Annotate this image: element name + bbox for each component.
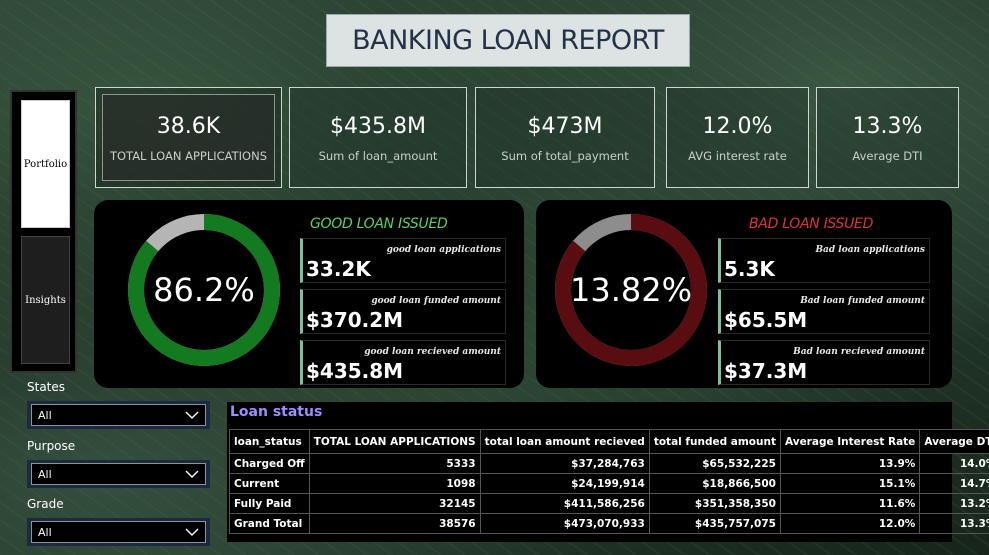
column-header[interactable]: total funded amount bbox=[648, 429, 781, 454]
column-header[interactable]: total loan amount recieved bbox=[479, 429, 650, 454]
mini-card-label: good loan funded amount bbox=[371, 296, 501, 306]
kpi-label: AVG interest rate bbox=[688, 149, 787, 163]
table-cell: Fully Paid bbox=[229, 493, 310, 514]
states-filter: All bbox=[27, 401, 210, 429]
grade-filter: All bbox=[27, 518, 210, 546]
mini-card-value: $37.3M bbox=[724, 359, 808, 383]
table-cell: $37,284,763 bbox=[479, 453, 650, 474]
report-title: BANKING LOAN REPORT bbox=[352, 25, 664, 56]
good-loan-panel: 86.2% GOOD LOAN ISSUED good loan applica… bbox=[94, 200, 524, 388]
purpose-dropdown-value: All bbox=[38, 467, 52, 481]
bad-loan-title: BAD LOAN ISSUED bbox=[749, 216, 874, 232]
states-dropdown-value: All bbox=[38, 408, 52, 422]
bad-loan-applications-card: Bad loan applications 5.3K bbox=[718, 238, 930, 283]
column-header[interactable]: loan_status bbox=[229, 429, 310, 454]
table-row[interactable]: Current 1098 $24,199,914 $18,866,500 15.… bbox=[229, 473, 989, 494]
kpi-label: TOTAL LOAN APPLICATIONS bbox=[109, 149, 268, 163]
good-loan-received-card: good loan recieved amount $435.8M bbox=[300, 340, 506, 385]
page-navigator: Portfolio Insights bbox=[10, 90, 77, 373]
table-cell: $435,757,075 bbox=[648, 513, 781, 534]
kpi-label: Sum of loan_amount bbox=[318, 149, 438, 163]
column-header[interactable]: Average Interest Rate bbox=[779, 429, 921, 454]
column-header[interactable]: Average DTI bbox=[919, 429, 989, 454]
table-cell: 5333 bbox=[308, 453, 481, 474]
table-cell: $18,866,500 bbox=[648, 473, 781, 494]
table-cell: 13.3% bbox=[919, 513, 989, 534]
table-cell: 14.7% bbox=[919, 473, 989, 494]
bad-loan-received-card: Bad loan recieved amount $37.3M bbox=[718, 340, 930, 385]
good-loan-percent: 86.2% bbox=[153, 271, 255, 309]
mini-card-value: 5.3K bbox=[724, 257, 775, 281]
kpi-label: Sum of total_payment bbox=[501, 149, 629, 163]
mini-card-label: Bad loan recieved amount bbox=[793, 347, 925, 357]
table-cell: 1098 bbox=[308, 473, 481, 494]
kpi-value: 13.3% bbox=[852, 114, 923, 139]
table-cell: $65,532,225 bbox=[648, 453, 781, 474]
purpose-filter: All bbox=[27, 460, 210, 488]
table-total-row[interactable]: Grand Total 38576 $473,070,933 $435,757,… bbox=[229, 513, 989, 534]
kpi-card-interest-rate: 12.0% AVG interest rate bbox=[666, 87, 809, 188]
loan-status-title: Loan status bbox=[230, 404, 323, 420]
good-loan-applications-card: good loan applications 33.2K bbox=[300, 238, 506, 283]
kpi-card-loan-amount: $435.8M Sum of loan_amount bbox=[289, 87, 467, 188]
nav-portfolio-button[interactable]: Portfolio bbox=[21, 100, 70, 228]
purpose-dropdown[interactable]: All bbox=[31, 463, 206, 485]
grade-dropdown[interactable]: All bbox=[31, 521, 206, 543]
table-cell: 11.6% bbox=[779, 493, 921, 514]
mini-card-label: Bad loan applications bbox=[815, 245, 925, 255]
table-cell: $473,070,933 bbox=[479, 513, 650, 534]
grade-filter-label: Grade bbox=[27, 497, 64, 511]
table-cell: Charged Off bbox=[229, 453, 310, 474]
kpi-card-total-applications: 38.6K TOTAL LOAN APPLICATIONS bbox=[95, 87, 282, 188]
table-cell: 12.0% bbox=[779, 513, 921, 534]
kpi-card-average-dti: 13.3% Average DTI bbox=[816, 87, 959, 188]
table-row[interactable]: Fully Paid 32145 $411,586,256 $351,358,3… bbox=[229, 493, 989, 514]
kpi-label: Average DTI bbox=[852, 149, 923, 163]
table-cell: 13.2% bbox=[919, 493, 989, 514]
kpi-value: 38.6K bbox=[156, 114, 221, 139]
mini-card-value: $65.5M bbox=[724, 308, 808, 332]
good-loan-funded-card: good loan funded amount $370.2M bbox=[300, 289, 506, 334]
column-header[interactable]: TOTAL LOAN APPLICATIONS bbox=[308, 429, 481, 454]
mini-card-value: 33.2K bbox=[306, 257, 371, 281]
table-cell: 14.0% bbox=[919, 453, 989, 474]
table-cell: $24,199,914 bbox=[479, 473, 650, 494]
bad-loan-percent: 13.82% bbox=[569, 271, 692, 309]
states-dropdown[interactable]: All bbox=[31, 404, 206, 426]
table-cell: 38576 bbox=[308, 513, 481, 534]
purpose-filter-label: Purpose bbox=[27, 439, 76, 453]
chevron-down-icon bbox=[185, 411, 199, 419]
chevron-down-icon bbox=[185, 470, 199, 478]
table-cell: 13.9% bbox=[779, 453, 921, 474]
loan-status-table: loan_status TOTAL LOAN APPLICATIONS tota… bbox=[229, 429, 989, 534]
table-cell: 15.1% bbox=[779, 473, 921, 494]
table-cell: $411,586,256 bbox=[479, 493, 650, 514]
bad-loan-panel: 13.82% BAD LOAN ISSUED Bad loan applicat… bbox=[536, 200, 952, 388]
chevron-down-icon bbox=[185, 528, 199, 536]
kpi-value: $473M bbox=[527, 114, 603, 139]
kpi-value: $435.8M bbox=[330, 114, 426, 139]
mini-card-value: $370.2M bbox=[306, 308, 404, 332]
kpi-value: 12.0% bbox=[702, 114, 773, 139]
mini-card-label: good loan recieved amount bbox=[364, 347, 501, 357]
table-cell: Current bbox=[229, 473, 310, 494]
grade-dropdown-value: All bbox=[38, 525, 52, 539]
mini-card-label: Bad loan funded amount bbox=[800, 296, 925, 306]
states-filter-label: States bbox=[27, 380, 66, 394]
table-cell: $351,358,350 bbox=[648, 493, 781, 514]
table-header-row: loan_status TOTAL LOAN APPLICATIONS tota… bbox=[229, 429, 989, 454]
mini-card-value: $435.8M bbox=[306, 359, 404, 383]
loan-status-table-visual: Loan status loan_status TOTAL LOAN APPLI… bbox=[227, 402, 989, 542]
report-title-box: BANKING LOAN REPORT bbox=[326, 14, 690, 67]
good-loan-title: GOOD LOAN ISSUED bbox=[310, 216, 448, 232]
table-cell: 32145 bbox=[308, 493, 481, 514]
kpi-card-total-payment: $473M Sum of total_payment bbox=[475, 87, 655, 188]
table-row[interactable]: Charged Off 5333 $37,284,763 $65,532,225… bbox=[229, 453, 989, 474]
table-cell: Grand Total bbox=[229, 513, 310, 534]
mini-card-label: good loan applications bbox=[386, 245, 501, 255]
bad-loan-funded-card: Bad loan funded amount $65.5M bbox=[718, 289, 930, 334]
nav-insights-button[interactable]: Insights bbox=[21, 236, 70, 364]
